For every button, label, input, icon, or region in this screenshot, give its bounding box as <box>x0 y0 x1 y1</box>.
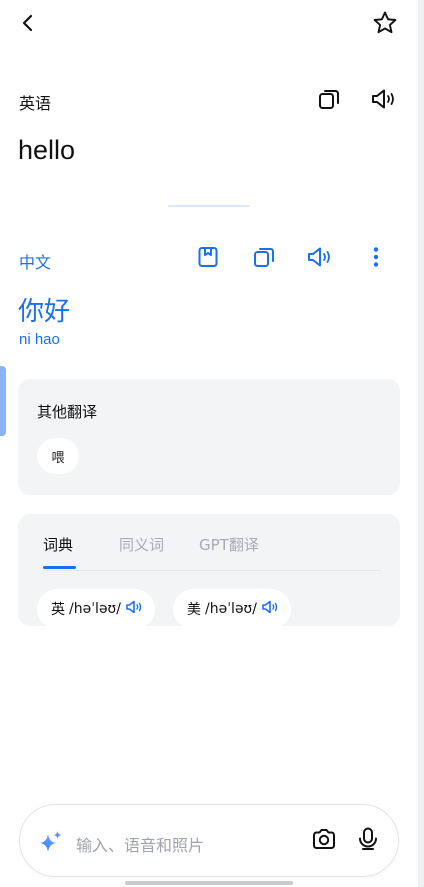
section-divider <box>168 205 250 207</box>
copy-source-button[interactable] <box>313 85 345 117</box>
source-text[interactable]: hello <box>18 135 75 166</box>
dictionary-card: 词典 同义词 GPT翻译 英 /həˈləʊ/ 美 /həˈləʊ/ <box>18 514 400 626</box>
source-language-label[interactable]: 英语 <box>19 90 51 114</box>
copy-icon <box>317 87 341 115</box>
star-outline-icon <box>372 10 398 40</box>
home-indicator <box>125 881 293 885</box>
speaker-icon <box>370 87 398 115</box>
pronunciation-uk[interactable]: 英 /həˈləʊ/ <box>37 589 155 626</box>
camera-button[interactable] <box>308 825 340 857</box>
top-bar <box>0 0 418 56</box>
pronunciation-us[interactable]: 美 /həˈləʊ/ <box>173 589 291 626</box>
target-language-label[interactable]: 中文 <box>19 249 51 273</box>
copy-target-button[interactable] <box>248 243 280 275</box>
more-vertical-icon <box>372 245 380 273</box>
chevron-left-icon <box>18 13 38 37</box>
back-button[interactable] <box>12 9 44 41</box>
speaker-icon <box>125 599 143 619</box>
other-translations-title: 其他翻译 <box>37 403 98 421</box>
input-placeholder[interactable]: 输入、语音和照片 <box>76 832 204 856</box>
target-text[interactable]: 你好 <box>18 291 70 328</box>
pronunciation-ipa: /həˈləʊ/ <box>69 601 121 617</box>
sparkle-icon <box>38 829 64 859</box>
pronunciation-region: 美 <box>187 602 201 618</box>
speaker-icon <box>261 599 279 619</box>
speaker-icon <box>306 245 334 273</box>
bookmark-button[interactable] <box>192 243 224 275</box>
pronunciation-ipa: /həˈləʊ/ <box>205 601 257 617</box>
active-tab-indicator <box>43 566 76 569</box>
pronunciation-region: 英 <box>51 602 65 618</box>
favorite-button[interactable] <box>369 9 401 41</box>
target-pinyin: ni hao <box>19 331 60 348</box>
scrollbar-track[interactable] <box>418 0 424 887</box>
input-bar[interactable]: 输入、语音和照片 <box>19 804 399 877</box>
microphone-button[interactable] <box>352 825 384 857</box>
side-drawer-handle[interactable] <box>0 366 6 436</box>
tabs-divider <box>43 570 381 571</box>
speak-target-button[interactable] <box>304 243 336 275</box>
bookmark-icon <box>196 245 220 273</box>
alt-translation-chip[interactable]: 喂 <box>37 438 79 474</box>
camera-icon <box>311 827 337 855</box>
speak-source-button[interactable] <box>368 85 400 117</box>
tab-dictionary[interactable]: 词典 <box>43 534 73 555</box>
microphone-icon <box>356 826 380 856</box>
copy-icon <box>252 245 276 273</box>
tab-gpt-translate[interactable]: GPT翻译 <box>199 534 259 555</box>
other-translations-card: 其他翻译 喂 <box>18 379 400 495</box>
more-button[interactable] <box>360 243 392 275</box>
tab-synonyms[interactable]: 同义词 <box>119 534 164 555</box>
